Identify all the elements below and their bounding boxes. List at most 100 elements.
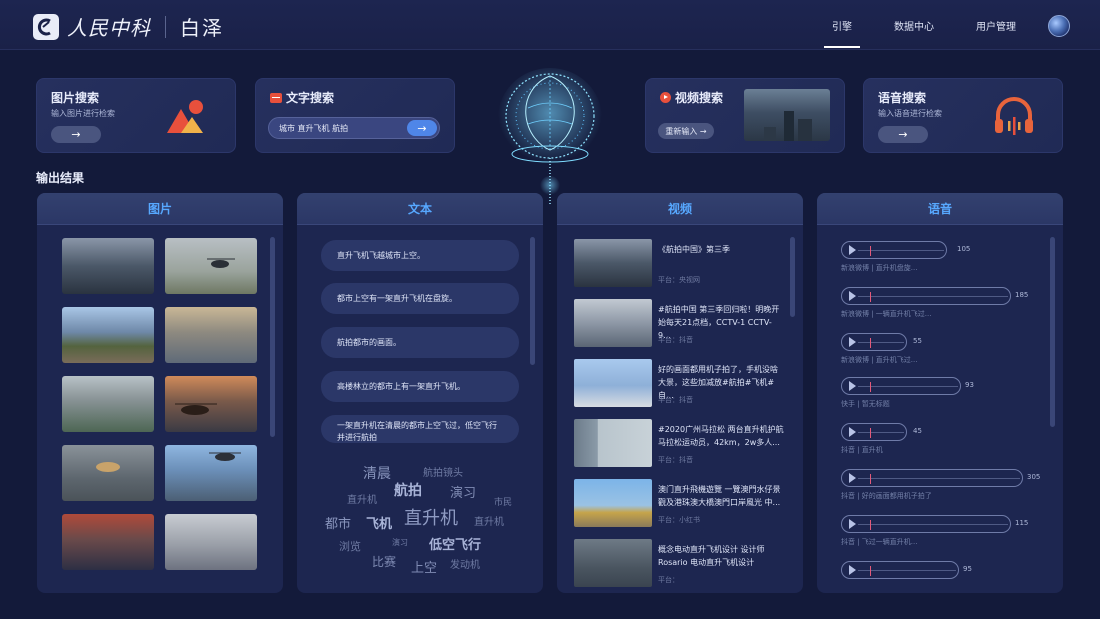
play-icon[interactable] xyxy=(849,381,856,391)
result-image[interactable] xyxy=(62,514,154,570)
audio-result-item[interactable]: 105 新浪微博 | 直升机盘旋... xyxy=(841,241,970,272)
cloud-word: 航拍 xyxy=(394,483,422,499)
audio-result-item[interactable]: 45 抖音 | 直升机 xyxy=(841,423,922,454)
audio-result-item[interactable]: 185 新浪微博 | 一辆直升机飞过... xyxy=(841,287,1028,318)
result-image[interactable] xyxy=(165,445,257,501)
cloud-word: 低空飞行 xyxy=(429,538,482,553)
video-search-header: 视频搜索 xyxy=(660,89,723,106)
audio-result-item[interactable]: 55 新浪微博 | 直升机飞过... xyxy=(841,333,922,364)
text-search-card: 文字搜索 城市 直升飞机 航拍 → xyxy=(255,78,455,153)
nav-data-center[interactable]: 数据中心 xyxy=(894,0,934,50)
nav-engine[interactable]: 引擎 xyxy=(824,0,860,50)
results-title: 输出结果 xyxy=(36,171,85,185)
result-image[interactable] xyxy=(62,445,154,501)
audio-duration: 305 xyxy=(1027,473,1041,481)
brand-name: 白泽 xyxy=(180,16,224,40)
play-icon[interactable] xyxy=(849,519,856,529)
image-search-title: 图片搜索 xyxy=(51,91,100,105)
audio-player[interactable] xyxy=(841,561,959,579)
video-result-item[interactable]: #2020广州马拉松 两台直升机护航马拉松运动员，42km，2w多人... 平台… xyxy=(574,419,784,469)
video-platform: 平台： xyxy=(658,576,679,584)
audio-player[interactable] xyxy=(841,241,947,259)
text-search-input[interactable]: 城市 直升飞机 航拍 → xyxy=(268,117,440,139)
play-icon[interactable] xyxy=(849,565,856,575)
audio-search-button[interactable]: → xyxy=(878,126,928,143)
audio-search-title: 语音搜索 xyxy=(878,91,927,105)
audio-result-item[interactable]: 305 抖音 | 好的画面都用机子拍了 xyxy=(841,469,1040,500)
query-video-thumbnail[interactable] xyxy=(744,89,830,141)
video-result-item[interactable]: 好的画面都用机子拍了，手机没啥大景，这些加减放#航拍#飞机#自... 平台：抖音 xyxy=(574,359,784,409)
text-result-item[interactable]: 航拍都市的画面。 xyxy=(321,327,519,358)
audio-source: 新浪微博 | 直升机飞过... xyxy=(841,356,918,364)
cloud-word: 演习 xyxy=(392,538,408,547)
video-result-item[interactable]: 《航拍中国》第三季 平台：央视网 xyxy=(574,239,784,289)
result-image[interactable] xyxy=(165,307,257,363)
audio-duration: 185 xyxy=(1015,291,1029,299)
audio-result-item[interactable]: 93 快手 | 暂无标题 xyxy=(841,377,974,408)
cloud-word: 飞机 xyxy=(366,517,393,532)
audio-duration: 93 xyxy=(965,381,974,389)
cloud-word: 演习 xyxy=(450,486,477,501)
text-result-item[interactable]: 直升飞机飞越城市上空。 xyxy=(321,240,519,271)
audio-player[interactable] xyxy=(841,333,907,351)
audio-source: 新浪微博 | 一辆直升机飞过... xyxy=(841,310,932,318)
text-result-item[interactable]: 高楼林立的都市上有一架直升飞机。 xyxy=(321,371,519,402)
image-search-card[interactable]: 图片搜索 输入图片进行检索 → xyxy=(36,78,236,153)
result-image[interactable] xyxy=(165,514,257,570)
audio-duration: 95 xyxy=(963,565,972,573)
text-result-item[interactable]: 一架直升机在清晨的都市上空飞过，低空飞行并进行航拍 xyxy=(321,415,519,443)
cloud-word: 发动机 xyxy=(450,560,480,571)
video-thumbnail xyxy=(574,359,652,407)
avatar[interactable] xyxy=(1048,15,1070,37)
audio-player[interactable] xyxy=(841,469,1023,487)
scrollbar[interactable] xyxy=(530,237,535,365)
play-icon[interactable] xyxy=(849,473,856,483)
image-search-button[interactable]: → xyxy=(51,126,101,143)
result-image[interactable] xyxy=(165,376,257,432)
cloud-word: 航拍镜头 xyxy=(423,468,463,479)
video-result-item[interactable]: #航拍中国 第三季回归啦！明晚开始每天21点档，CCTV-1 CCTV-9...… xyxy=(574,299,784,349)
scrollbar[interactable] xyxy=(270,237,275,437)
scrollbar[interactable] xyxy=(1050,237,1055,427)
audio-player[interactable] xyxy=(841,287,1011,305)
audio-search-card[interactable]: 语音搜索 输入语音进行检索 → xyxy=(863,78,1063,153)
cloud-word: 比赛 xyxy=(372,555,397,569)
result-image[interactable] xyxy=(62,238,154,294)
cloud-word: 浏览 xyxy=(339,540,361,553)
arrow-right-icon: → xyxy=(898,128,908,141)
video-title: 澳门直升飛機遊覽 一覽澳門水仔景觀及港珠澳大橋澳門口岸風光 中... xyxy=(658,485,781,507)
video-result-item[interactable]: 概念电动直升飞机设计 设计师 Rosario 电动直升飞机设计 平台： xyxy=(574,539,784,589)
play-icon[interactable] xyxy=(849,245,856,255)
panel-title: 语音 xyxy=(817,193,1063,225)
text-search-submit-button[interactable]: → xyxy=(407,120,437,136)
audio-result-item[interactable]: 95 xyxy=(841,561,972,579)
panel-title: 视频 xyxy=(557,193,803,225)
audio-duration: 115 xyxy=(1015,519,1029,527)
divider xyxy=(165,15,166,38)
helicopter-icon xyxy=(96,462,120,472)
reinput-button[interactable]: 重新输入 → xyxy=(658,123,714,139)
audio-player[interactable] xyxy=(841,423,907,441)
nav-user-management[interactable]: 用户管理 xyxy=(976,0,1016,50)
result-image[interactable] xyxy=(62,376,154,432)
scrollbar[interactable] xyxy=(790,237,795,317)
panel-title: 图片 xyxy=(37,193,283,225)
result-image[interactable] xyxy=(62,307,154,363)
video-title: #2020广州马拉松 两台直升机护航马拉松运动员，42km，2w多人... xyxy=(658,425,784,447)
audio-result-item[interactable]: 115 抖音 | 飞过一辆直升机... xyxy=(841,515,1028,546)
logo-text: 人民中科 xyxy=(67,16,151,40)
cloud-word: 直升机 xyxy=(347,495,377,506)
play-icon[interactable] xyxy=(849,337,856,347)
text-result-item[interactable]: 都市上空有一架直升飞机在盘旋。 xyxy=(321,283,519,314)
cloud-word: 直升机 xyxy=(404,508,458,529)
audio-duration: 105 xyxy=(957,245,971,253)
play-icon[interactable] xyxy=(849,427,856,437)
play-icon[interactable] xyxy=(849,291,856,301)
audio-player[interactable] xyxy=(841,377,961,395)
video-thumbnail xyxy=(574,479,652,527)
result-image[interactable] xyxy=(165,238,257,294)
audio-player[interactable] xyxy=(841,515,1011,533)
video-result-item[interactable]: 澳门直升飛機遊覽 一覽澳門水仔景觀及港珠澳大橋澳門口岸風光 中... 平台：小红… xyxy=(574,479,784,529)
cloud-word: 直升机 xyxy=(474,517,504,528)
logo[interactable]: 人民中科 白泽 xyxy=(33,12,224,41)
